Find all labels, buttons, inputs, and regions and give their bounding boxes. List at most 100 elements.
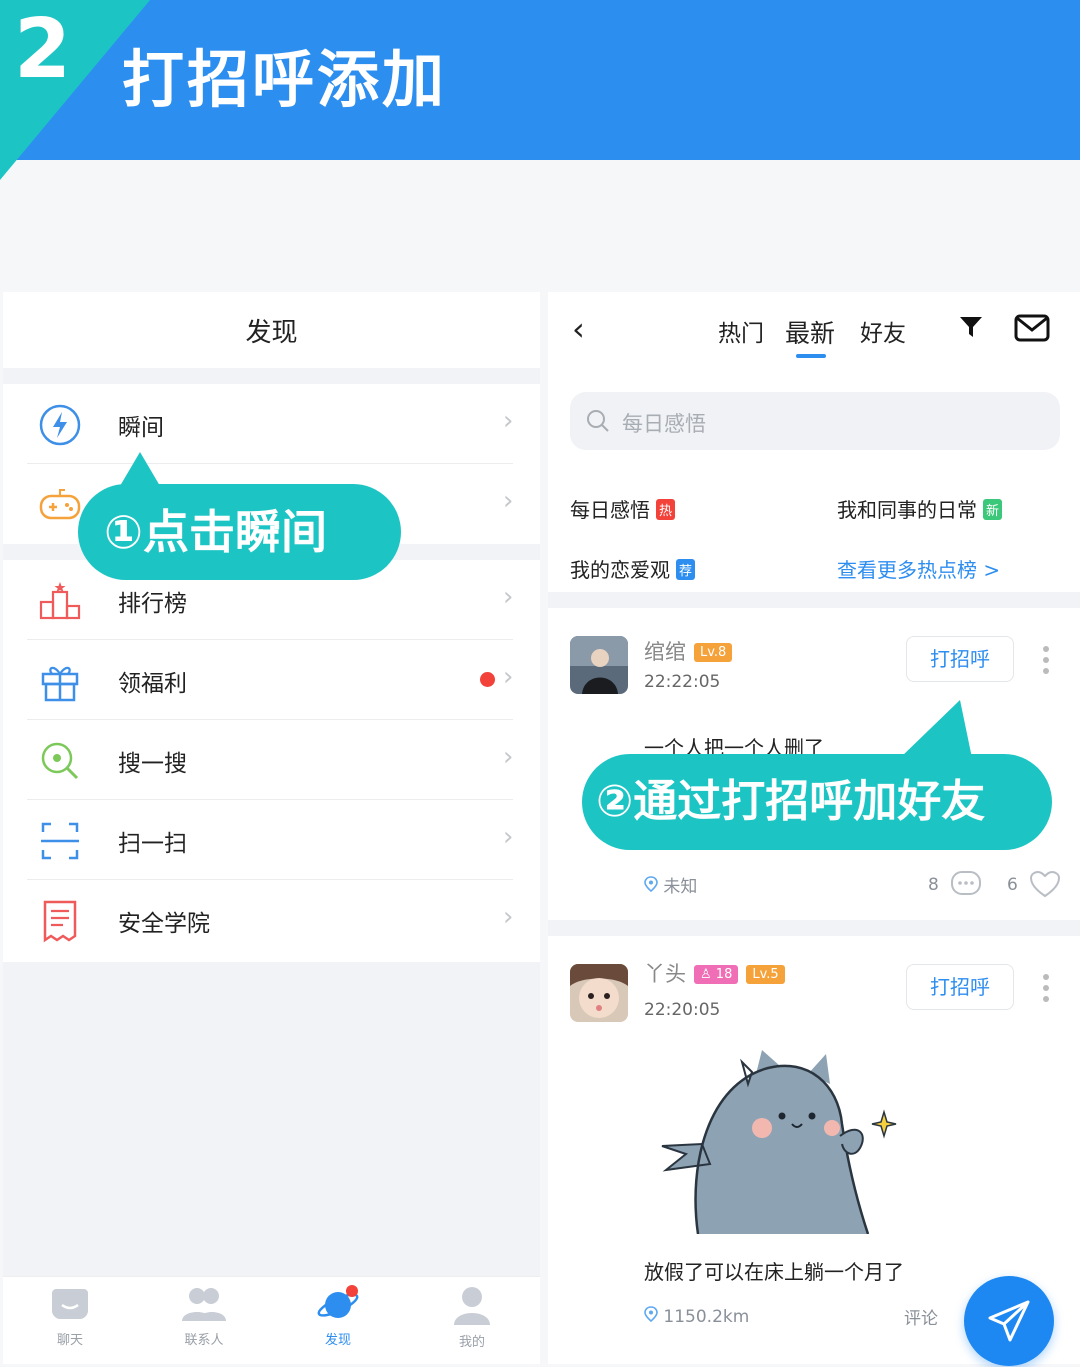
publish-button[interactable] <box>964 1276 1054 1366</box>
post-location: 1150.2km <box>644 1306 749 1327</box>
username[interactable]: 绾绾 Lv.8 <box>644 636 733 666</box>
like-count[interactable]: 6 <box>1007 870 1061 898</box>
heart-icon <box>1030 870 1061 898</box>
comment-label: 评论 <box>904 1309 938 1329</box>
instruction-callout-step2: ②通过打招呼加好友 <box>582 754 1052 850</box>
username-text: 丫头 <box>644 962 686 986</box>
hot-topic-label: 我的恋爱观 <box>570 558 670 582</box>
instruction-callout-step1: ①点击瞬间 <box>78 484 401 580</box>
post-location: 未知 <box>644 872 697 897</box>
like-count-text: 6 <box>1007 875 1018 895</box>
chevron-right-icon: › <box>503 822 514 852</box>
gift-icon <box>41 666 79 702</box>
location-text: 1150.2km <box>663 1307 750 1327</box>
search-circle-icon <box>41 742 79 780</box>
search-input[interactable]: 每日感悟 <box>570 392 1060 450</box>
tab-discover[interactable]: 发现 <box>283 1285 393 1361</box>
scan-icon <box>41 822 79 860</box>
level-badge: Lv.5 <box>746 965 785 984</box>
chevron-right-icon: › <box>503 662 514 692</box>
back-icon[interactable]: ‹ <box>572 310 585 348</box>
tab-friends[interactable]: 好友 <box>860 314 906 348</box>
menu-item-label: 安全学院 <box>118 911 210 937</box>
planet-icon <box>317 1285 359 1318</box>
hot-topic-label: 每日感悟 <box>570 498 650 522</box>
bottom-tab-bar: 聊天 联系人 发现 我的 <box>3 1276 540 1364</box>
menu-item-label: 扫一扫 <box>118 831 187 857</box>
chat-icon <box>52 1289 88 1319</box>
more-hot-topics-link[interactable]: 查看更多热点榜 > <box>837 554 1000 583</box>
tab-label: 聊天 <box>56 1333 83 1348</box>
menu-item-label: 瞬间 <box>118 415 164 441</box>
menu-item-label: 排行榜 <box>118 591 187 617</box>
more-options-icon[interactable] <box>1043 646 1051 679</box>
menu-item-label: 搜一搜 <box>118 751 187 777</box>
discover-header: 发现 <box>3 292 540 368</box>
podium-icon <box>39 582 81 620</box>
person-icon: ♙ <box>700 967 716 982</box>
shield-doc-icon <box>43 900 77 943</box>
username[interactable]: 丫头 ♙ 18 Lv.5 <box>644 958 785 988</box>
hot-topic[interactable]: 每日感悟热 <box>570 494 676 523</box>
hot-topic[interactable]: 我的恋爱观荐 <box>570 554 696 583</box>
menu-item-welfare[interactable]: 领福利 › <box>3 640 540 720</box>
tab-contacts[interactable]: 联系人 <box>149 1285 259 1361</box>
page-title: 发现 <box>245 318 298 348</box>
tab-me[interactable]: 我的 <box>417 1285 527 1361</box>
menu-item-safety-academy[interactable]: 安全学院 › <box>3 880 540 960</box>
avatar[interactable] <box>570 964 628 1022</box>
moments-header: ‹ 热门 最新 好友 每日感悟 每日感悟热 我和同事的日常新 我的恋爱观荐 查看 <box>548 292 1080 592</box>
chevron-right-icon: › <box>503 742 514 772</box>
notification-dot <box>480 672 495 687</box>
chevron-right-icon: › <box>503 486 514 516</box>
step-banner: 2 打招呼添加 <box>0 0 1080 180</box>
user-icon <box>454 1287 490 1325</box>
more-options-icon[interactable] <box>1043 974 1051 1007</box>
callout-pointer <box>120 452 160 486</box>
gamepad-icon <box>39 489 81 520</box>
search-icon <box>587 410 609 432</box>
post-time: 22:20:05 <box>644 1000 721 1020</box>
menu-item-search[interactable]: 搜一搜 › <box>3 720 540 800</box>
active-tab-indicator <box>796 354 826 358</box>
menu-item-moments[interactable]: 瞬间 › <box>3 384 540 464</box>
comment-count[interactable]: 8 <box>928 870 982 898</box>
new-badge: 新 <box>983 499 1003 520</box>
username-text: 绾绾 <box>644 640 686 664</box>
greet-button[interactable]: 打招呼 <box>906 636 1014 682</box>
post-text: 放假了可以在床上躺一个月了 <box>644 1260 904 1284</box>
step-number: 2 <box>14 2 72 97</box>
tab-chat[interactable]: 聊天 <box>15 1285 125 1361</box>
tab-label: 我的 <box>458 1335 485 1350</box>
comment-icon <box>951 871 982 895</box>
comment-button[interactable]: 评论 <box>904 1304 938 1329</box>
comment-count-text: 8 <box>928 875 939 895</box>
hot-topic[interactable]: 我和同事的日常新 <box>837 494 1003 523</box>
tab-hot[interactable]: 热门 <box>718 314 764 348</box>
contacts-icon <box>182 1288 226 1321</box>
dinosaur-sticker-image[interactable] <box>658 1044 898 1234</box>
chevron-right-icon: › <box>503 406 514 436</box>
location-pin-icon <box>644 1306 658 1323</box>
age-text: 18 <box>715 967 733 982</box>
location-text: 未知 <box>663 877 698 897</box>
tab-latest[interactable]: 最新 <box>785 314 835 350</box>
send-paper-plane-icon <box>988 1300 1030 1342</box>
menu-item-scan[interactable]: 扫一扫 › <box>3 800 540 880</box>
recommend-badge: 荐 <box>676 559 696 580</box>
location-pin-icon <box>644 876 658 893</box>
callout-pointer <box>900 700 972 758</box>
menu-item-label: 领福利 <box>118 671 187 697</box>
hot-badge: 热 <box>656 499 676 520</box>
lightning-icon <box>39 404 81 446</box>
menu-group-2: 排行榜 › 领福利 › 搜一搜 › 扫一扫 › 安全学院 › <box>3 560 540 962</box>
search-placeholder: 每日感悟 <box>622 412 706 436</box>
avatar[interactable] <box>570 636 628 694</box>
banner-title: 打招呼添加 <box>122 43 448 116</box>
mail-icon[interactable] <box>1014 314 1050 342</box>
post-time: 22:22:05 <box>644 672 721 692</box>
greet-button[interactable]: 打招呼 <box>906 964 1014 1010</box>
filter-icon[interactable] <box>958 314 984 340</box>
tab-label: 联系人 <box>184 1333 224 1348</box>
tab-label: 发现 <box>324 1333 351 1348</box>
